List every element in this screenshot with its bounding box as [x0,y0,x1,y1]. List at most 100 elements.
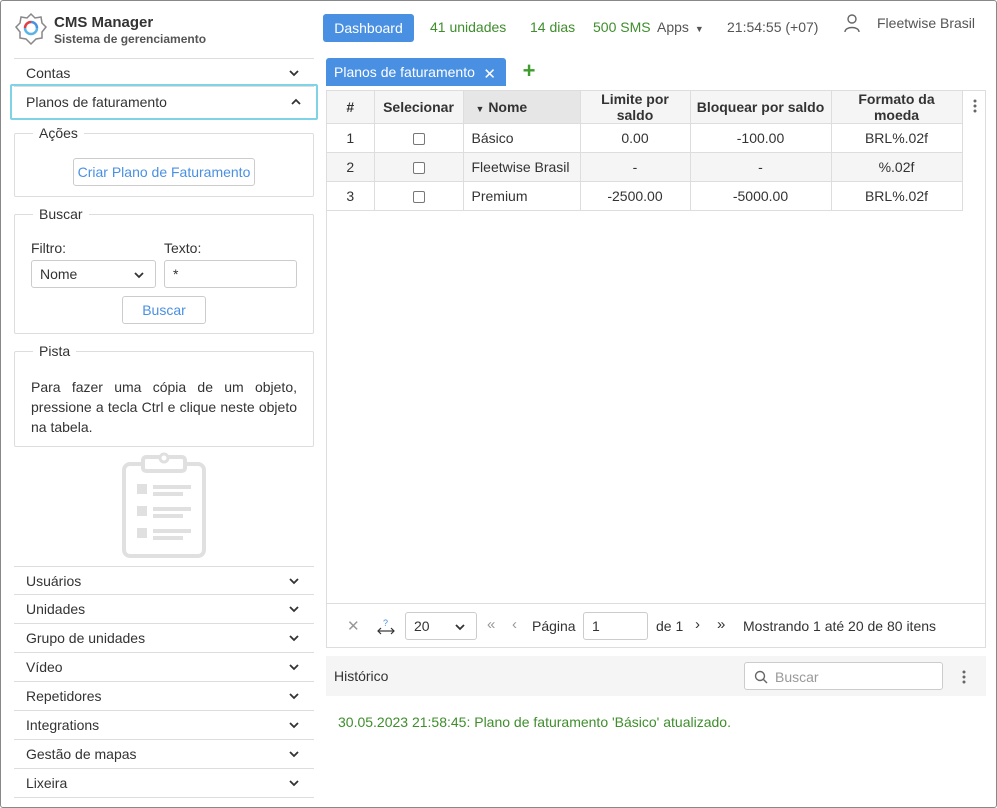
index-cell[interactable]: 2 [327,152,375,182]
last-page-icon[interactable]: » [717,616,725,633]
units-count[interactable]: 41 unidades [430,19,506,35]
chevron-down-icon [289,693,299,700]
cms-logo-icon [14,12,48,46]
block-cell[interactable]: - [690,152,832,182]
select-cell [374,152,464,182]
sidebar-item-label: Lixeira [26,775,68,791]
sidebar-item-gestao-de-mapas[interactable]: Gestão de mapas [14,740,314,769]
next-page-icon[interactable]: › [695,616,700,633]
sidebar-item-repetidores[interactable]: Repetidores [14,682,314,711]
block-cell[interactable]: -100.00 [690,123,832,153]
page-input[interactable]: 1 [583,612,648,640]
row-checkbox[interactable] [412,162,425,175]
currency-cell[interactable]: %.02f [831,152,963,182]
add-tab-icon[interactable]: + [518,58,540,84]
tab-planos[interactable]: Planos de faturamento ✕ [326,58,506,86]
sidebar-item-planos[interactable]: Planos de faturamento [10,84,318,120]
history-search-input[interactable]: Buscar [744,662,943,690]
pista-legend: Pista [39,343,71,359]
table-row[interactable]: 3 Premium -2500.00 -5000.00 BRL%.02f [327,181,963,211]
name-cell[interactable]: Premium [463,181,581,211]
apps-menu[interactable]: Apps ▼ [657,19,704,35]
app-title: CMS Manager [54,14,154,31]
tab-label: Planos de faturamento [334,64,475,80]
index-cell[interactable]: 1 [327,123,375,153]
chevron-up-icon [291,98,301,105]
server-time: 21:54:55 (+07) [727,19,819,35]
create-plan-button[interactable]: Criar Plano de Faturamento [73,158,255,186]
col-index[interactable]: # [327,91,375,124]
page-total: de 1 [656,618,684,634]
index-cell[interactable]: 3 [327,181,375,211]
name-cell[interactable]: Básico [463,123,581,153]
sms-count[interactable]: 500 SMS [593,19,651,35]
history-search-placeholder: Buscar [775,669,819,685]
sidebar-item-label: Integrations [26,717,100,733]
chevron-down-icon [289,606,299,613]
history-bar: Histórico Buscar [326,656,986,696]
clipboard-icon [122,452,206,558]
first-page-icon[interactable]: « [487,616,495,633]
row-checkbox[interactable] [412,133,425,146]
pager: ✕ ? 20 « ‹ Página 1 de 1 › » Mostrando 1… [327,603,985,647]
clear-icon[interactable]: ✕ [347,617,360,635]
sidebar-item-lixeira[interactable]: Lixeira [14,769,314,798]
search-icon [754,670,768,684]
hint-text: Para fazer uma cópia de um objeto, press… [31,379,297,435]
sidebar-item-label: Repetidores [26,688,102,704]
search-text-input[interactable]: * [164,260,297,288]
filter-label: Filtro: [31,240,66,256]
chevron-down-icon [289,578,299,585]
limit-cell[interactable]: -2500.00 [580,181,691,211]
col-currency[interactable]: Formato da moeda [831,91,963,124]
search-button[interactable]: Buscar [122,296,206,324]
app-subtitle: Sistema de gerenciamento [54,32,207,46]
user-icon[interactable] [843,13,861,33]
autosize-icon[interactable]: ? [377,618,395,636]
limit-cell[interactable]: - [580,152,691,182]
table-row[interactable]: 1 Básico 0.00 -100.00 BRL%.02f [327,123,963,153]
days-count[interactable]: 14 dias [530,19,575,35]
sidebar-item-usuarios[interactable]: Usuários [14,566,314,595]
block-cell[interactable]: -5000.00 [690,181,832,211]
dashboard-button[interactable]: Dashboard [323,14,414,42]
col-name-label: Nome [488,99,528,115]
chevron-down-icon [289,722,299,729]
acoes-panel: Ações Criar Plano de Faturamento [14,125,314,197]
limit-cell[interactable]: 0.00 [580,123,691,153]
col-select[interactable]: Selecionar [374,91,464,124]
table-options-icon[interactable] [973,99,977,113]
caret-down-icon: ▼ [694,24,704,34]
filter-select[interactable]: Nome [31,260,156,288]
page-size-select[interactable]: 20 [405,612,477,640]
history-entry: 30.05.2023 21:58:45: Plano de faturament… [338,714,731,730]
col-block[interactable]: Bloquear por saldo [690,91,832,124]
sidebar-item-unidades[interactable]: Unidades [14,595,314,624]
svg-text:?: ? [383,618,388,628]
acoes-legend: Ações [39,125,78,141]
buscar-panel: Buscar Filtro: Texto: Nome * Buscar [14,206,314,334]
currency-cell[interactable]: BRL%.02f [831,123,963,153]
history-title: Histórico [334,668,389,684]
close-icon[interactable]: ✕ [483,65,496,83]
col-name[interactable]: ▼ Nome [463,91,581,124]
plans-table: # Selecionar ▼ Nome Limite por saldo Blo… [326,90,986,648]
sidebar-item-integrations[interactable]: Integrations [14,711,314,740]
table-header-row: # Selecionar ▼ Nome Limite por saldo Blo… [327,91,963,124]
currency-cell[interactable]: BRL%.02f [831,181,963,211]
showing-text: Mostrando 1 até 20 de 80 itens [743,618,937,634]
row-checkbox[interactable] [412,191,425,204]
col-limit[interactable]: Limite por saldo [580,91,691,124]
select-cell [374,181,464,211]
table-row[interactable]: 2 Fleetwise Brasil - - %.02f [327,152,963,182]
chevron-down-icon [455,624,465,631]
chevron-down-icon [289,664,299,671]
sidebar-item-label: Gestão de mapas [26,746,137,762]
history-options-icon[interactable] [962,670,966,684]
name-cell[interactable]: Fleetwise Brasil [463,152,581,182]
sidebar-item-video[interactable]: Vídeo [14,653,314,682]
sidebar-item-grupo-de-unidades[interactable]: Grupo de unidades [14,624,314,653]
user-name[interactable]: Fleetwise Brasil [877,15,975,31]
prev-page-icon[interactable]: ‹ [512,616,517,633]
sidebar-item-contas[interactable]: Contas [14,58,314,87]
